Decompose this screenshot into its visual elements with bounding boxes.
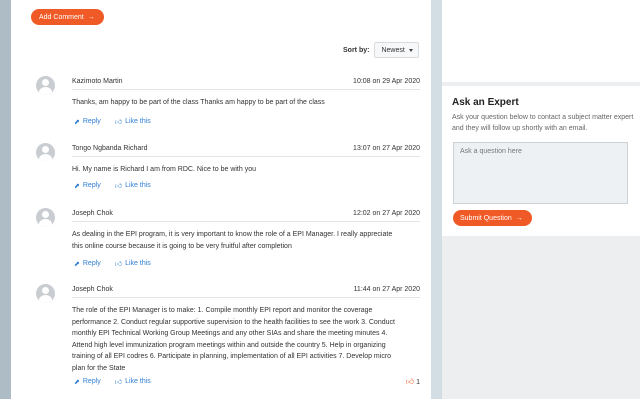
- comment-item: Joseph Chok 11:44 on 27 Apr 2020 The rol…: [36, 284, 420, 389]
- like-label: Like this: [125, 118, 151, 125]
- chevron-down-icon: [409, 48, 414, 52]
- comment-item: Kazimoto Martin 10:08 on 29 Apr 2020 Tha…: [36, 76, 420, 126]
- reply-button[interactable]: ⬈ Reply: [74, 377, 101, 386]
- comment-header: Joseph Chok 11:44 on 27 Apr 2020: [72, 284, 420, 295]
- like-count-value: 1: [416, 378, 420, 386]
- comment-actions: ⬈ Reply 👍︎ Like this: [74, 117, 151, 126]
- reply-button[interactable]: ⬈ Reply: [74, 181, 101, 190]
- question-input[interactable]: Ask a question here: [453, 142, 628, 204]
- comment-time: 13:07 on 27 Apr 2020: [353, 145, 420, 152]
- arrow-right-icon: →: [87, 13, 95, 21]
- divider: [72, 156, 420, 157]
- thumbs-up-icon: 👍︎: [114, 261, 123, 268]
- thumbs-up-icon: 👍︎: [114, 379, 123, 386]
- comment-actions: ⬈ Reply 👍︎ Like this: [74, 377, 151, 386]
- sidebar-empty: [442, 244, 640, 399]
- comment-header: Tongo Ngbanda Richard 13:07 on 27 Apr 20…: [72, 143, 420, 154]
- comment-author: Tongo Ngbanda Richard: [72, 145, 148, 152]
- comment-header: Joseph Chok 12:02 on 27 Apr 2020: [72, 208, 420, 219]
- comment-actions: ⬈ Reply 👍︎ Like this: [74, 259, 151, 268]
- like-label: Like this: [125, 260, 151, 267]
- divider: [72, 89, 420, 90]
- comment-body: The role of the EPI Manager is to make: …: [72, 305, 420, 374]
- like-button[interactable]: 👍︎ Like this: [115, 377, 151, 386]
- sort-select[interactable]: Newest: [374, 42, 420, 58]
- comment-item: Joseph Chok 12:02 on 27 Apr 2020 As deal…: [36, 208, 420, 270]
- thumbs-up-icon: 👍︎: [114, 183, 123, 190]
- comment-line: training of all EPI codres 6. Participat…: [72, 353, 392, 360]
- avatar: [36, 143, 55, 162]
- submit-question-button[interactable]: Submit Question →: [453, 210, 532, 226]
- reply-button[interactable]: ⬈ Reply: [74, 117, 101, 126]
- comment-line: As dealing in the EPI program, it is ver…: [72, 231, 393, 238]
- thumbs-up-filled-icon: 👍︎: [405, 377, 415, 386]
- comment-time: 10:08 on 29 Apr 2020: [353, 78, 420, 85]
- comment-author: Joseph Chok: [72, 210, 113, 217]
- comment-body: Hi. My name is Richard I am from RDC. Ni…: [72, 164, 420, 176]
- reply-label: Reply: [82, 260, 101, 267]
- comment-time: 12:02 on 27 Apr 2020: [353, 210, 420, 217]
- comment-time: 11:44 on 27 Apr 2020: [353, 286, 420, 293]
- sort-label: Sort by:: [343, 46, 370, 54]
- reply-icon: ⬈: [74, 118, 80, 126]
- like-button[interactable]: 👍︎ Like this: [115, 259, 151, 268]
- comment-author: Kazimoto Martin: [72, 78, 123, 85]
- add-comment-label: Add Comment: [39, 13, 84, 21]
- reply-icon: ⬈: [74, 260, 80, 268]
- comment-line: plan for the State: [72, 364, 126, 372]
- like-button[interactable]: 👍︎ Like this: [115, 181, 151, 190]
- sidebar-panel: [442, 0, 640, 82]
- ask-expert-title: Ask an Expert: [452, 97, 519, 108]
- comment-header: Kazimoto Martin 10:08 on 29 Apr 2020: [72, 76, 420, 87]
- add-comment-button[interactable]: Add Comment →: [31, 9, 104, 25]
- divider: [72, 297, 420, 298]
- avatar: [36, 76, 55, 95]
- ask-expert-panel: Ask an Expert Ask your question below to…: [442, 86, 640, 236]
- like-count: 👍︎ 1: [406, 377, 420, 387]
- comment-actions: ⬈ Reply 👍︎ Like this: [74, 181, 151, 190]
- comment-line: Thanks, am happy to be part of the class…: [72, 99, 325, 106]
- ask-expert-description: Ask your question below to contact a sub…: [452, 114, 634, 132]
- like-label: Like this: [125, 378, 151, 385]
- question-placeholder: Ask a question here: [460, 148, 522, 155]
- like-label: Like this: [125, 182, 151, 189]
- comment-body: Thanks, am happy to be part of the class…: [72, 97, 420, 109]
- reply-label: Reply: [82, 118, 101, 125]
- comment-body: As dealing in the EPI program, it is ver…: [72, 229, 420, 252]
- thumbs-up-icon: 👍︎: [114, 119, 123, 126]
- avatar: [36, 284, 55, 303]
- reply-button[interactable]: ⬈ Reply: [74, 259, 101, 268]
- comment-author: Joseph Chok: [72, 286, 113, 293]
- comment-line: The role of the EPI Manager is to make: …: [72, 307, 373, 314]
- like-button[interactable]: 👍︎ Like this: [115, 117, 151, 126]
- sort-control: Sort by: Newest: [343, 42, 420, 58]
- left-gutter: [0, 0, 11, 399]
- arrow-right-icon: →: [515, 214, 523, 222]
- comment-line: monthly EPI Technical Working Group Meet…: [72, 330, 388, 337]
- avatar: [36, 208, 55, 227]
- reply-label: Reply: [82, 378, 101, 385]
- reply-icon: ⬈: [74, 378, 80, 386]
- submit-label: Submit Question: [460, 214, 512, 222]
- sort-value: Newest: [381, 46, 405, 54]
- reply-icon: ⬈: [74, 182, 80, 190]
- comment-line: Attend high level immunization program m…: [72, 341, 386, 349]
- comment-line: performance 2. Conduct regular supportiv…: [72, 318, 395, 326]
- comment-item: Tongo Ngbanda Richard 13:07 on 27 Apr 20…: [36, 143, 420, 193]
- reply-label: Reply: [82, 182, 101, 189]
- divider: [72, 221, 420, 222]
- comment-line: Hi. My name is Richard I am from RDC. Ni…: [72, 166, 256, 173]
- comment-line: this online course because it is going t…: [72, 242, 292, 250]
